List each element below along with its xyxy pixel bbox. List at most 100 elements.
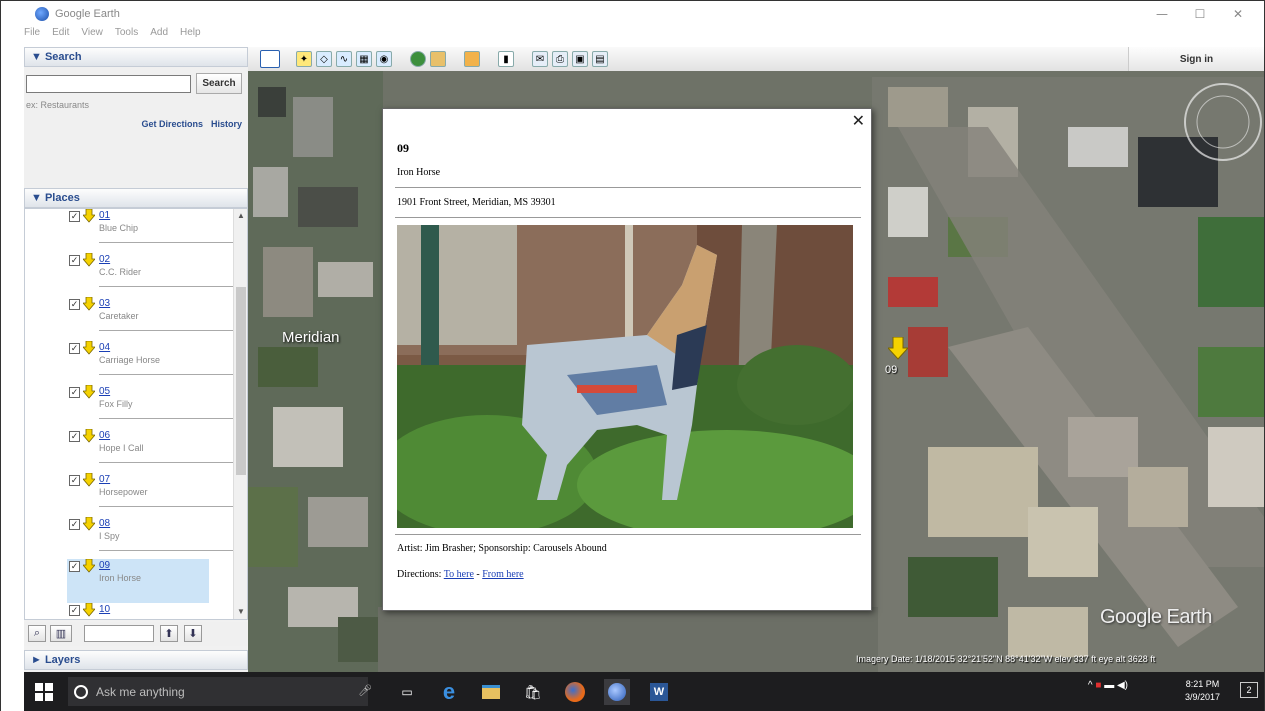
to-here-link[interactable]: To here [444, 569, 474, 580]
historical-imagery-icon[interactable] [410, 51, 426, 67]
place-number[interactable]: 04 [99, 342, 110, 353]
place-checkbox[interactable]: ✓ [69, 519, 80, 530]
scroll-thumb[interactable] [236, 287, 246, 475]
view-in-maps-icon[interactable]: ▤ [592, 51, 608, 67]
place-item-10[interactable]: ✓ 10 [69, 603, 237, 619]
place-item-09[interactable]: ✓ 09 Iron Horse [67, 559, 209, 603]
store-icon[interactable]: 🛍︎ [520, 679, 546, 705]
add-path-icon[interactable]: ∿ [336, 51, 352, 67]
place-name: I Spy [99, 531, 120, 541]
image-overlay-icon[interactable]: ▦ [356, 51, 372, 67]
add-placemark-icon[interactable]: ✦ [296, 51, 312, 67]
network-icon[interactable]: ▬ [1104, 680, 1114, 691]
minimize-button[interactable]: — [1143, 4, 1181, 24]
sunlight-icon[interactable] [430, 51, 446, 67]
place-number[interactable]: 10 [99, 604, 110, 615]
sign-in-button[interactable]: Sign in [1128, 47, 1264, 71]
print-icon[interactable]: ⎙ [552, 51, 568, 67]
search-button[interactable]: Search [196, 73, 242, 94]
places-scrollbar[interactable]: ▲ ▼ [233, 209, 247, 619]
divider [395, 187, 861, 188]
sidebar-toggle-icon[interactable] [260, 50, 280, 68]
system-tray-icons[interactable]: ^ ■ ▬ ◀) [1088, 680, 1128, 691]
panel-toggle-icon[interactable]: ▥ [50, 625, 72, 642]
move-down-icon[interactable]: ⬇ [184, 625, 202, 642]
place-checkbox[interactable]: ✓ [69, 343, 80, 354]
place-number[interactable]: 08 [99, 518, 110, 529]
firefox-icon[interactable] [562, 679, 588, 705]
edge-browser-icon[interactable]: e [436, 679, 462, 705]
map-pin-09[interactable]: 09 [885, 336, 910, 376]
place-item-04[interactable]: ✓ 04 Carriage Horse [69, 341, 239, 385]
menu-help[interactable]: Help [180, 27, 201, 45]
search-input[interactable] [26, 75, 191, 93]
place-checkbox[interactable]: ✓ [69, 387, 80, 398]
email-icon[interactable]: ✉ [532, 51, 548, 67]
place-number[interactable]: 01 [99, 210, 110, 221]
notification-badge-icon[interactable]: ■ [1095, 680, 1101, 691]
place-checkbox[interactable]: ✓ [69, 299, 80, 310]
record-tour-icon[interactable]: ◉ [376, 51, 392, 67]
menu-tools[interactable]: Tools [115, 27, 138, 45]
close-window-button[interactable]: ✕ [1219, 4, 1257, 24]
divider [395, 534, 861, 535]
place-checkbox[interactable]: ✓ [69, 431, 80, 442]
close-icon[interactable]: ✕ [852, 111, 865, 130]
place-number[interactable]: 06 [99, 430, 110, 441]
placemark-balloon: ✕ 09 Iron Horse 1901 Front Street, Merid… [382, 108, 872, 611]
microphone-icon[interactable]: 🎤︎ [358, 684, 372, 697]
file-explorer-icon[interactable] [478, 679, 504, 705]
from-here-link[interactable]: From here [482, 569, 523, 580]
place-checkbox[interactable]: ✓ [69, 255, 80, 266]
scroll-up-arrow-icon[interactable]: ▲ [237, 211, 245, 220]
menu-edit[interactable]: Edit [52, 27, 69, 45]
windows-start-icon[interactable] [34, 682, 54, 702]
task-view-icon[interactable]: ▭ [394, 679, 420, 705]
place-checkbox[interactable]: ✓ [69, 475, 80, 486]
place-item-01[interactable]: ✓ 01 Blue Chip [69, 209, 239, 253]
ruler-icon[interactable]: ▮ [498, 51, 514, 67]
yellow-pushpin-icon [83, 603, 95, 617]
move-up-icon[interactable]: ⬆ [160, 625, 178, 642]
action-center-icon[interactable]: 2 [1240, 682, 1258, 698]
search-places-icon[interactable]: ⌕ [28, 625, 46, 642]
scroll-down-arrow-icon[interactable]: ▼ [237, 607, 245, 616]
system-clock[interactable]: 8:21 PM 3/9/2017 [1185, 678, 1220, 704]
place-name: Caretaker [99, 311, 139, 321]
cortana-search-box[interactable]: Ask me anything [68, 677, 368, 706]
history-link[interactable]: History [211, 119, 242, 129]
add-polygon-icon[interactable]: ◇ [316, 51, 332, 67]
menu-file[interactable]: File [24, 27, 40, 45]
planets-icon[interactable] [464, 51, 480, 67]
places-filter-input[interactable] [84, 625, 154, 642]
menu-add[interactable]: Add [150, 27, 168, 45]
google-earth-app-icon [35, 7, 49, 21]
place-number[interactable]: 09 [99, 560, 110, 571]
yellow-pushpin-icon [83, 429, 95, 443]
place-item-06[interactable]: ✓ 06 Hope I Call [69, 429, 239, 473]
save-image-icon[interactable]: ▣ [572, 51, 588, 67]
place-number[interactable]: 03 [99, 298, 110, 309]
get-directions-link[interactable]: Get Directions [141, 119, 203, 129]
menu-view[interactable]: View [81, 27, 103, 45]
place-item-02[interactable]: ✓ 02 C.C. Rider [69, 253, 239, 297]
place-item-08[interactable]: ✓ 08 I Spy [69, 517, 239, 561]
place-item-05[interactable]: ✓ 05 Fox Filly [69, 385, 239, 429]
google-earth-taskbar-icon[interactable] [604, 679, 630, 705]
place-number[interactable]: 05 [99, 386, 110, 397]
maximize-button[interactable]: ☐ [1181, 4, 1219, 24]
place-checkbox[interactable]: ✓ [69, 605, 80, 616]
place-number[interactable]: 07 [99, 474, 110, 485]
word-icon[interactable]: W [646, 679, 672, 705]
place-item-07[interactable]: ✓ 07 Horsepower [69, 473, 239, 517]
place-item-03[interactable]: ✓ 03 Caretaker [69, 297, 239, 341]
place-number[interactable]: 02 [99, 254, 110, 265]
place-checkbox[interactable]: ✓ [69, 561, 80, 572]
search-panel-header[interactable]: ▼ Search [24, 47, 248, 67]
layers-panel-header[interactable]: ► Layers [24, 650, 248, 670]
places-panel-header[interactable]: ▼ Places [24, 188, 248, 208]
chevron-up-icon[interactable]: ^ [1088, 680, 1093, 691]
place-checkbox[interactable]: ✓ [69, 211, 80, 222]
balloon-title: Iron Horse [397, 167, 441, 178]
volume-icon[interactable]: ◀) [1117, 680, 1128, 691]
